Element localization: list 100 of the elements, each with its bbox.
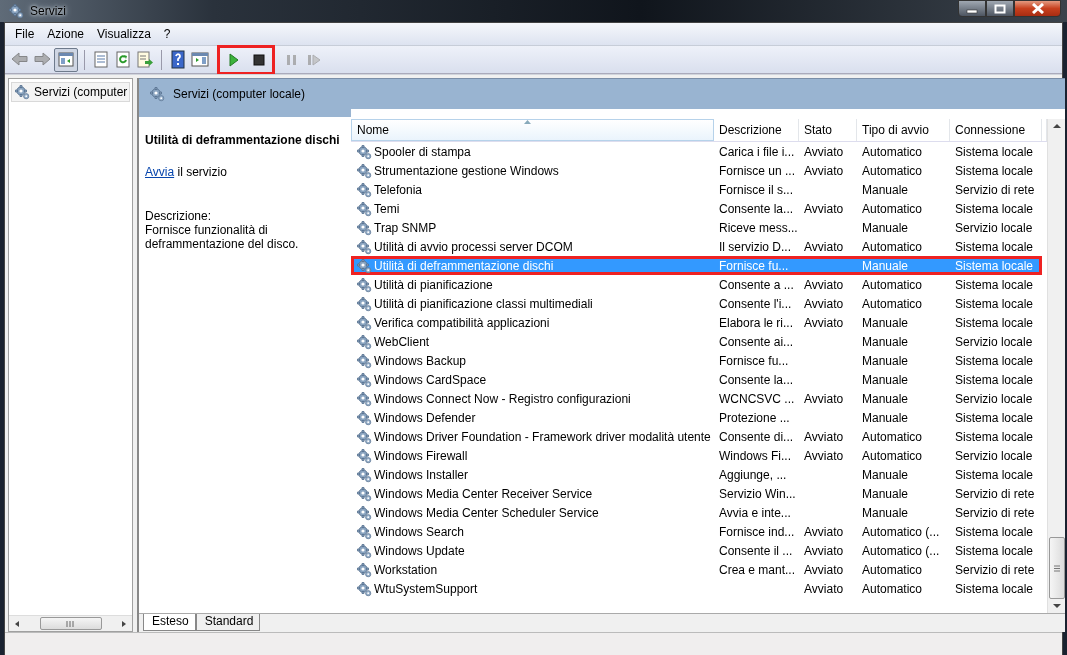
table-row[interactable]: Windows Media Center Scheduler Service Avvia e inte... Manuale Servizio di rete xyxy=(351,503,1047,522)
view-tab[interactable]: Esteso xyxy=(143,614,196,631)
table-cell-text: Manuale xyxy=(861,486,910,501)
table-row[interactable]: WtuSystemSupport Avviato Automatico Sistema locale xyxy=(351,579,1047,598)
menu-item[interactable]: Visualizza xyxy=(97,27,151,41)
tree-item[interactable]: Servizi (computer xyxy=(11,82,130,102)
menu-item[interactable]: ? xyxy=(163,27,171,41)
table-row[interactable]: Windows CardSpace Consente la... Manuale Sistema locale xyxy=(351,370,1047,389)
table-cell-text: Manuale xyxy=(861,410,910,425)
table-cell-text: Avviato xyxy=(803,562,845,577)
table-cell-text: Automatico xyxy=(861,239,924,254)
table-row[interactable]: Windows Firewall Windows Fi... Avviato Automatico Servizio locale xyxy=(351,446,1047,465)
document-icon[interactable] xyxy=(91,49,111,70)
column-header[interactable]: Nome xyxy=(351,119,714,141)
down-arrow-icon[interactable] xyxy=(1052,603,1061,609)
column-header[interactable]: Tipo di avvio xyxy=(857,119,950,141)
menu-item[interactable]: Azione xyxy=(47,27,85,41)
table-row[interactable]: Windows Installer Aggiunge, ... Manuale Sistema locale xyxy=(351,465,1047,484)
gear-icon xyxy=(356,485,372,502)
table-cell-text: Avviato xyxy=(803,296,845,311)
table-row[interactable]: Telefonia Fornisce il s... Manuale Servizio di rete xyxy=(351,180,1047,199)
table-row[interactable]: Utilità di avvio processi server DCOM Il servizio D... Avviato Automatico Sistema locale xyxy=(351,237,1047,256)
gear-icon xyxy=(356,238,372,255)
horizontal-scrollbar[interactable] xyxy=(9,615,132,631)
service-name: Workstation xyxy=(351,561,714,578)
service-name: Windows Media Center Scheduler Service xyxy=(351,504,714,521)
table-row[interactable]: Verifica compatibilità applicazioni Elabora le ri... Avviato Manuale Sistema locale xyxy=(351,313,1047,332)
gear-icon xyxy=(356,200,372,217)
service-name: Windows Installer xyxy=(351,466,714,483)
table-row[interactable]: Utilità di pianificazione classi multimediali Consente l'i... Avviato Automatico Sistema locale xyxy=(351,294,1047,313)
table-cell-text: Avviato xyxy=(803,201,845,216)
table-cell-text: Servizio locale xyxy=(954,448,1034,463)
table-cell-text: Manuale xyxy=(861,258,910,273)
column-header[interactable]: Descrizione xyxy=(714,119,799,141)
refresh-icon[interactable] xyxy=(113,49,133,70)
help-icon[interactable] xyxy=(168,49,188,70)
table-cell-text: Automatico xyxy=(861,296,924,311)
table-row[interactable]: Temi Consente la... Avviato Automatico Sistema locale xyxy=(351,199,1047,218)
description-label: Descrizione: xyxy=(145,209,213,223)
table-row[interactable]: Windows Media Center Receiver Service Servizio Win... Manuale Servizio di rete xyxy=(351,484,1047,503)
table-row[interactable]: Windows Search Fornisce ind... Avviato Automatico (... Sistema locale xyxy=(351,522,1047,541)
start-link[interactable]: Avvia xyxy=(145,165,175,179)
table-row[interactable]: Windows Defender Protezione ... Manuale Sistema locale xyxy=(351,408,1047,427)
table-row[interactable]: Windows Connect Now - Registro configurazioni WCNCSVC ... Avviato Manuale Servizio locale xyxy=(351,389,1047,408)
table-row[interactable]: Windows Update Consente il ... Avviato Automatico (... Sistema locale xyxy=(351,541,1047,560)
table-cell-text: Sistema locale xyxy=(954,163,1035,178)
close-button[interactable] xyxy=(1014,0,1061,17)
table-row[interactable]: Spooler di stampa Carica i file i... Avviato Automatico Sistema locale xyxy=(351,142,1047,161)
vertical-scrollbar[interactable] xyxy=(1047,119,1065,613)
table-cell-text: Servizio Win... xyxy=(718,486,797,501)
gear-icon xyxy=(14,84,30,100)
gear-icon xyxy=(356,390,372,407)
table-cell-text: Sistema locale xyxy=(954,372,1035,387)
table-row[interactable]: WebClient Consente ai... Manuale Servizio locale xyxy=(351,332,1047,351)
column-header[interactable]: Stato xyxy=(799,119,857,141)
scroll-thumb[interactable] xyxy=(39,617,102,630)
table-cell-text: Automatico xyxy=(861,562,924,577)
column-header[interactable]: Connessione xyxy=(950,119,1042,141)
table-cell-text: Sistema locale xyxy=(954,429,1035,444)
table-cell-text: Avviato xyxy=(803,429,845,444)
table-cell-text: Fornisce fu... xyxy=(718,353,790,368)
table-cell-text: Servizio di rete xyxy=(954,505,1036,520)
table-row[interactable]: Windows Driver Foundation - Framework driver modalità utente Consente di... Avviato Automatico Sistema locale xyxy=(351,427,1047,446)
table-cell-text: Fornisce il s... xyxy=(718,182,794,197)
tree-pane-icon[interactable] xyxy=(54,47,78,72)
window-pane-icon[interactable] xyxy=(190,49,210,70)
right-arrow-icon[interactable] xyxy=(120,619,128,628)
table-cell-text: Manuale xyxy=(861,182,910,197)
scroll-thumb[interactable] xyxy=(1048,537,1065,599)
service-name: Utilità di pianificazione classi multimediali xyxy=(351,295,714,312)
up-arrow-icon[interactable] xyxy=(1052,123,1061,129)
table-cell-text: Sistema locale xyxy=(954,315,1035,330)
view-tab[interactable]: Standard xyxy=(195,614,261,631)
maximize-button[interactable] xyxy=(986,0,1014,17)
table-cell-text: Carica i file i... xyxy=(718,144,796,159)
table-cell-text: Elabora le ri... xyxy=(718,315,795,330)
table-cell-text: Manuale xyxy=(861,505,910,520)
export-icon[interactable] xyxy=(135,49,155,70)
service-name: Telefonia xyxy=(351,181,714,198)
table-cell-text: Manuale xyxy=(861,315,910,330)
service-name: Verifica compatibilità applicazioni xyxy=(351,314,714,331)
table-cell-text: Sistema locale xyxy=(954,144,1035,159)
table-row[interactable]: Workstation Crea e mant... Avviato Automatico Servizio di rete xyxy=(351,560,1047,579)
table-row[interactable]: Strumentazione gestione Windows Fornisce un ... Avviato Automatico Sistema locale xyxy=(351,161,1047,180)
table-cell-text: Servizio di rete xyxy=(954,486,1036,501)
table-row[interactable]: Trap SNMP Riceve mess... Manuale Servizio locale xyxy=(351,218,1047,237)
service-name: Strumentazione gestione Windows xyxy=(351,162,714,179)
menu-item[interactable]: File xyxy=(15,27,35,41)
table-cell-text: Riceve mess... xyxy=(718,220,799,235)
gear-icon xyxy=(356,257,372,274)
table-cell-text: Avviato xyxy=(803,543,845,558)
gear-icon xyxy=(356,447,372,464)
table-cell-text: Protezione ... xyxy=(718,410,791,425)
gear-icon xyxy=(356,409,372,426)
table-cell-text: Avviato xyxy=(803,144,845,159)
table-row[interactable]: Windows Backup Fornisce fu... Manuale Sistema locale xyxy=(351,351,1047,370)
table-row[interactable]: Utilità di pianificazione Consente a ... Avviato Automatico Sistema locale xyxy=(351,275,1047,294)
left-arrow-icon[interactable] xyxy=(13,619,21,628)
gear-icon xyxy=(356,352,372,369)
minimize-button[interactable] xyxy=(958,0,986,17)
